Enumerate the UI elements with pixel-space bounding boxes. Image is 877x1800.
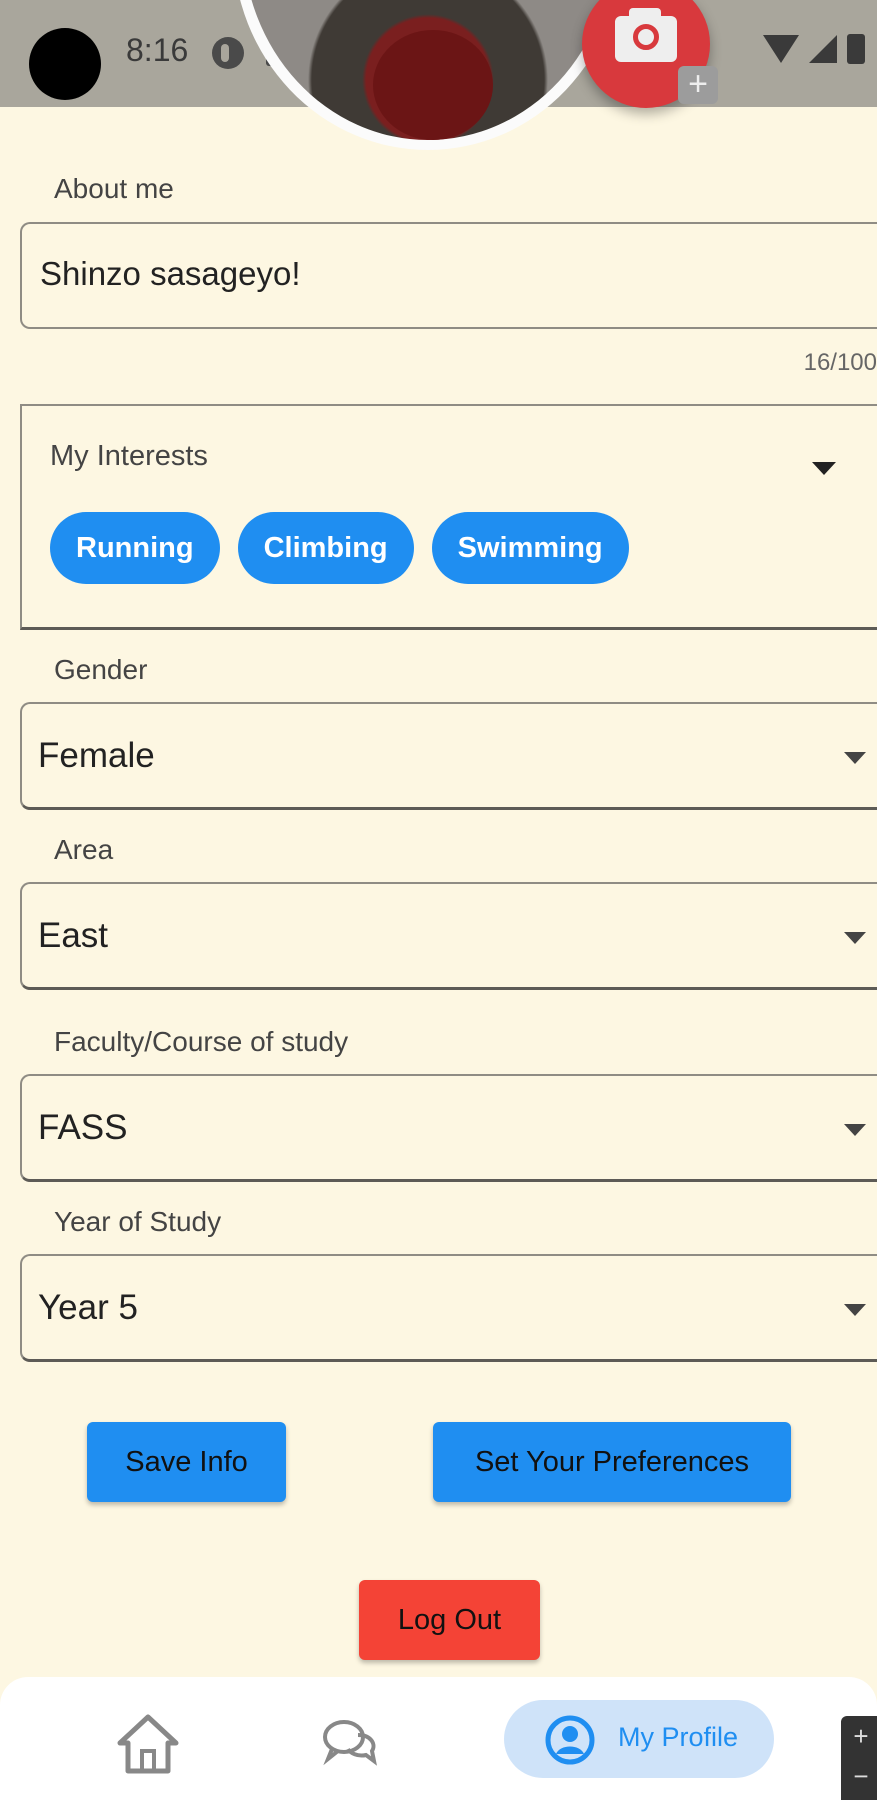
- save-info-button[interactable]: Save Info: [87, 1422, 286, 1502]
- faculty-select[interactable]: FASS: [20, 1074, 877, 1182]
- year-select[interactable]: Year 5: [20, 1254, 877, 1362]
- status-icons: [763, 34, 865, 64]
- wifi-icon: [763, 35, 799, 63]
- caret-down-icon: [844, 1124, 866, 1136]
- interest-chips: Running Climbing Swimming: [50, 512, 629, 584]
- year-value: Year 5: [38, 1288, 138, 1327]
- zoom-out-button[interactable]: −: [841, 1756, 877, 1796]
- bottom-navigation: My Profile: [0, 1677, 877, 1800]
- character-counter: 16/100: [803, 349, 877, 376]
- interest-chip[interactable]: Running: [50, 512, 220, 584]
- area-select[interactable]: East: [20, 882, 877, 990]
- nav-my-profile-label: My Profile: [618, 1722, 739, 1752]
- add-photo-icon[interactable]: +: [678, 66, 718, 104]
- account-circle-icon: [545, 1715, 595, 1765]
- area-value: East: [38, 916, 109, 955]
- status-time: 8:16: [126, 32, 189, 68]
- gender-select[interactable]: Female: [20, 702, 877, 810]
- front-camera: [29, 28, 101, 100]
- set-preferences-button[interactable]: Set Your Preferences: [433, 1422, 791, 1502]
- interests-label: My Interests: [50, 440, 208, 472]
- caret-down-icon: [844, 752, 866, 764]
- zoom-control[interactable]: + −: [841, 1716, 877, 1800]
- nav-my-profile[interactable]: My Profile: [504, 1700, 774, 1778]
- caret-down-icon: [844, 1304, 866, 1316]
- battery-icon: [847, 34, 865, 64]
- area-label: Area: [54, 834, 114, 865]
- notification-icon: [212, 37, 244, 69]
- about-me-label: About me: [54, 173, 174, 204]
- gender-label: Gender: [54, 654, 148, 685]
- interests-select[interactable]: My Interests Running Climbing Swimming: [20, 404, 877, 630]
- about-me-value: Shinzo sasageyo!: [40, 255, 301, 292]
- avatar-scarf: [373, 30, 493, 140]
- caret-down-icon[interactable]: [812, 462, 836, 475]
- log-out-button[interactable]: Log Out: [359, 1580, 540, 1660]
- faculty-value: FASS: [38, 1108, 128, 1147]
- gender-value: Female: [38, 736, 155, 775]
- caret-down-icon: [844, 932, 866, 944]
- zoom-in-button[interactable]: +: [841, 1716, 877, 1756]
- profile-avatar[interactable]: [233, 0, 623, 150]
- home-icon[interactable]: [116, 1713, 180, 1775]
- chat-icon[interactable]: [322, 1717, 378, 1767]
- signal-icon: [809, 35, 837, 63]
- interest-chip[interactable]: Swimming: [431, 512, 629, 584]
- faculty-label: Faculty/Course of study: [54, 1026, 349, 1057]
- interest-chip[interactable]: Climbing: [237, 512, 414, 584]
- year-label: Year of Study: [54, 1206, 222, 1237]
